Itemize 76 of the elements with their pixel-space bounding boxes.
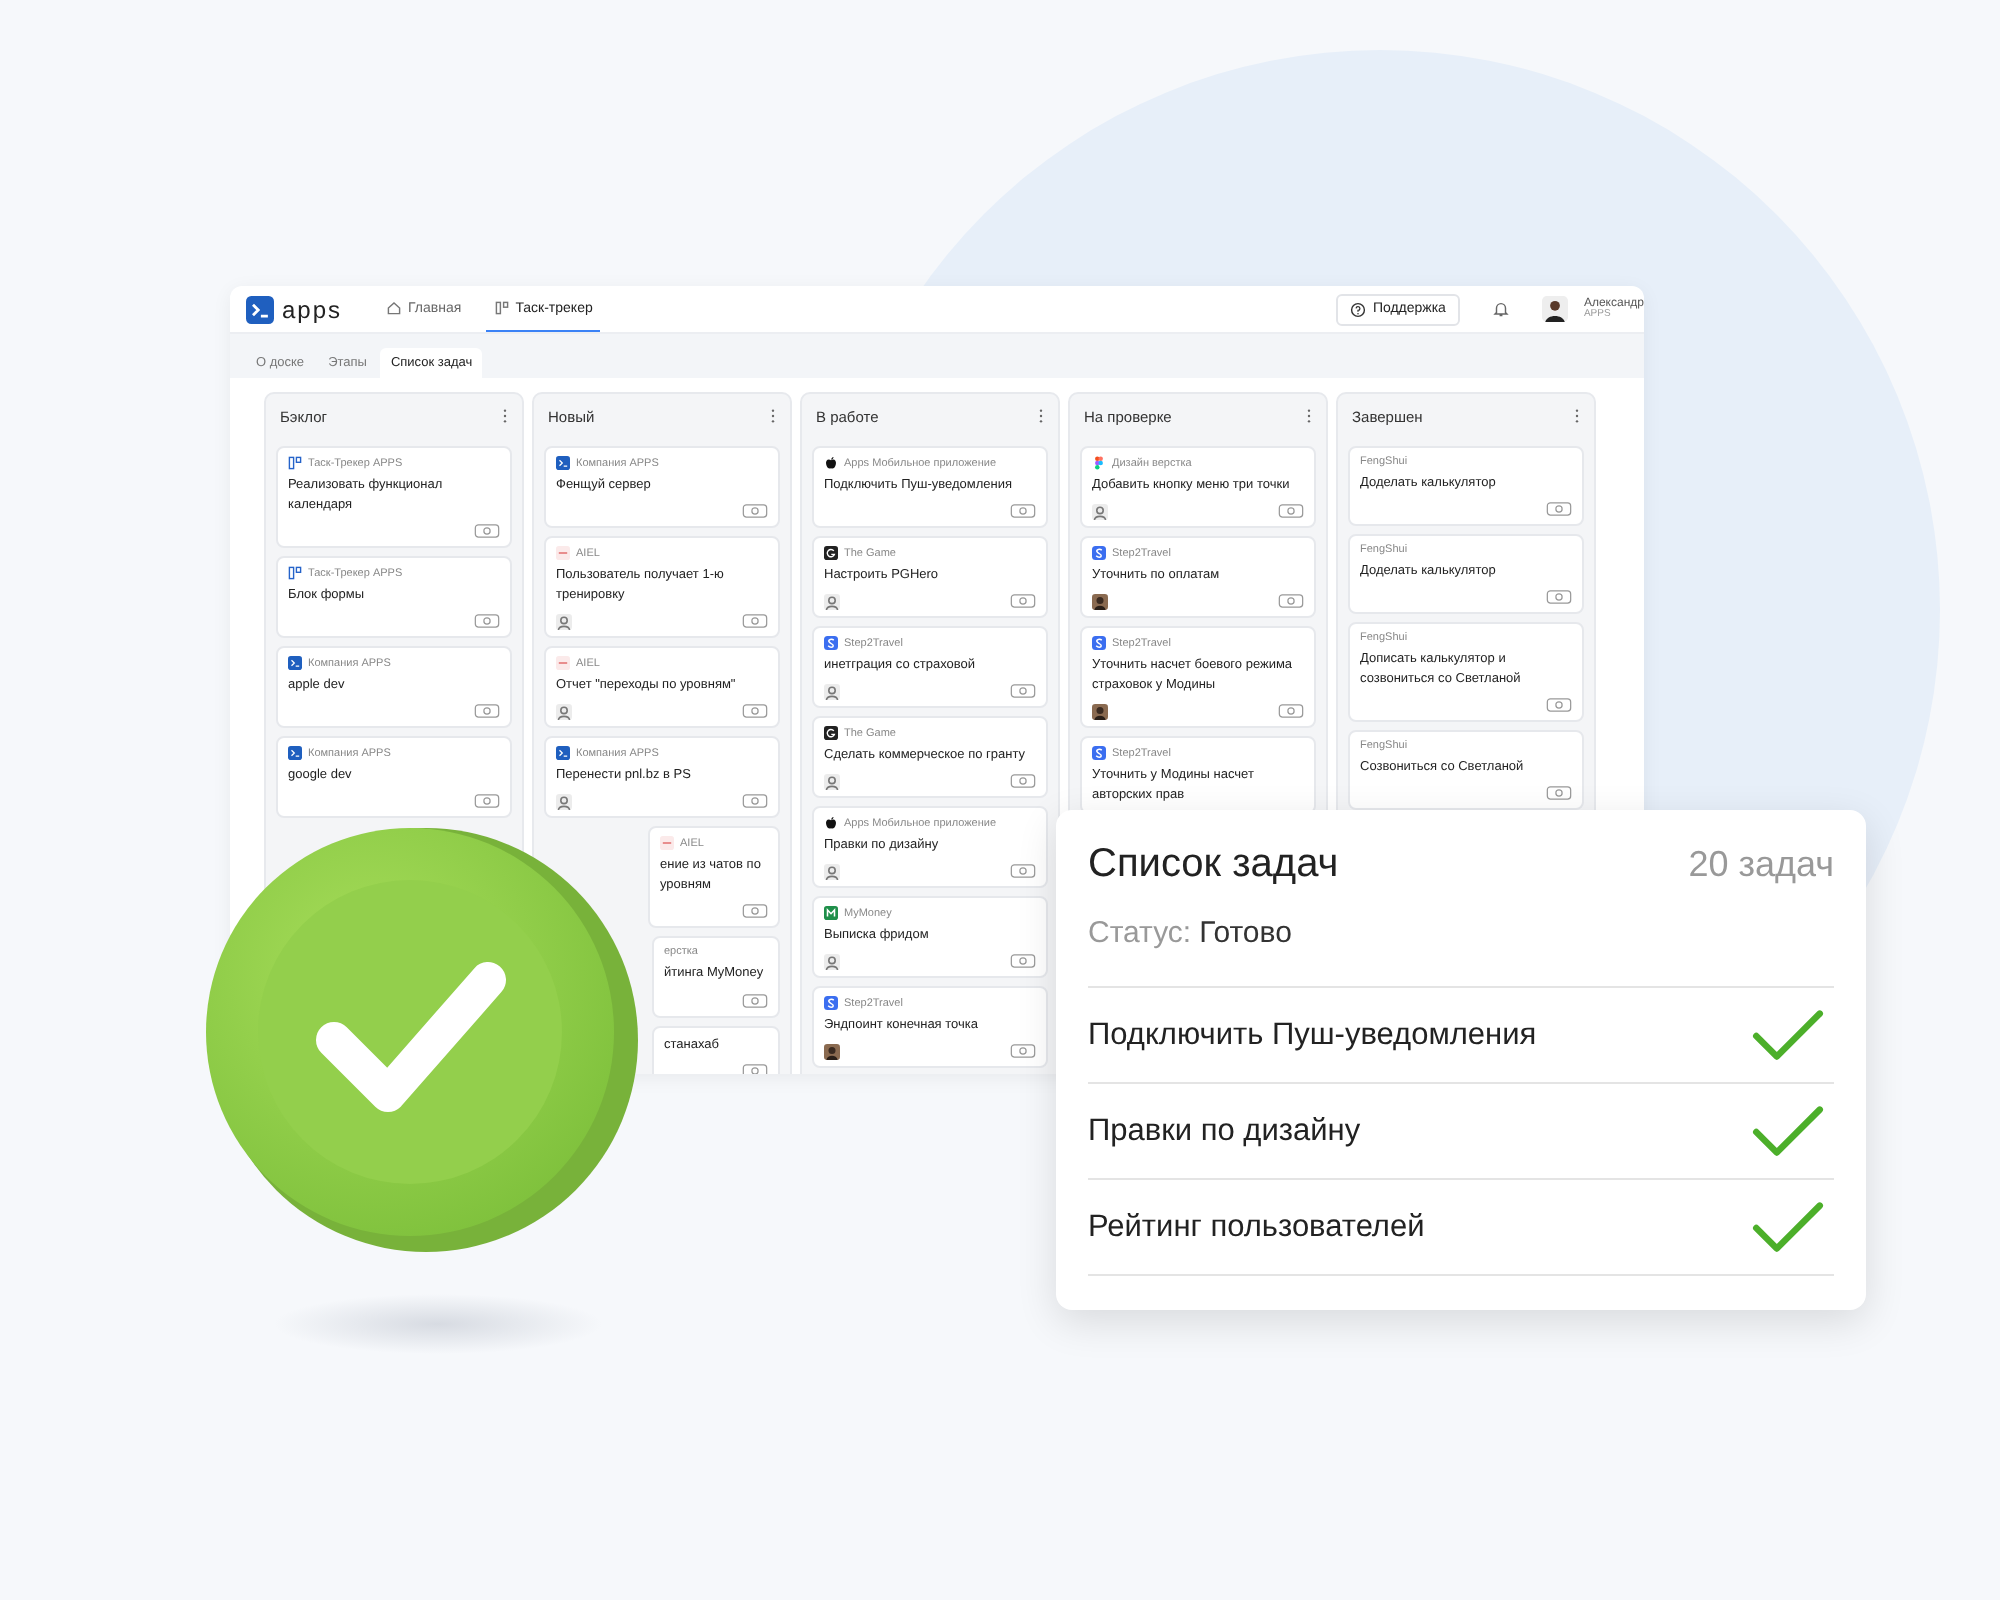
user-silhouette-icon [824,773,840,790]
step-logo-icon [1092,746,1106,761]
assignee-avatar [1092,593,1108,610]
step-logo-icon [1092,636,1106,651]
task-name: Правки по дизайну [1088,1113,1361,1149]
eye-icon[interactable] [1010,954,1036,969]
eye-icon[interactable] [474,704,500,719]
assignee-avatar [824,1043,840,1060]
user-silhouette-icon [824,953,840,970]
game-logo-icon [824,546,838,561]
status-label: Статус: [1088,916,1192,950]
assignee-avatar [1092,703,1108,720]
user-silhouette-icon [556,703,572,720]
eye-icon[interactable] [742,1063,768,1074]
eye-icon[interactable] [1010,774,1036,789]
mymoney-logo-icon [824,906,838,921]
more-options-icon[interactable] [502,408,508,424]
eye-icon[interactable] [1010,864,1036,879]
summary-title: Список задач [1088,842,1339,888]
eye-icon[interactable] [474,614,500,629]
more-options-icon[interactable] [1574,408,1580,424]
user-silhouette-icon [1092,503,1108,520]
eye-icon[interactable] [1546,502,1572,517]
aiel-logo-icon [660,836,674,851]
home-icon [386,300,403,316]
user-avatar[interactable] [1541,296,1568,322]
eye-icon[interactable] [1278,704,1304,719]
eye-icon[interactable] [1546,590,1572,605]
aiel-logo-icon [556,546,570,561]
eye-icon[interactable] [742,904,768,919]
aiel-logo-icon [556,656,570,671]
task-name: Подключить Пуш-уведомления [1088,1017,1537,1053]
user-silhouette-icon [556,613,572,630]
terminal-icon [556,746,570,761]
eye-icon[interactable] [742,704,768,719]
step-logo-icon [824,636,838,651]
logo-icon [246,295,274,323]
user-silhouette-icon [824,593,840,610]
user-silhouette-icon [824,863,840,880]
figma-icon [1092,456,1106,470]
eye-icon[interactable] [474,524,500,539]
step-logo-icon [824,996,838,1011]
game-logo-icon [824,726,838,741]
eye-icon[interactable] [1010,594,1036,609]
notification-bell-icon[interactable] [1491,300,1510,318]
logo-text: apps [282,295,343,323]
eye-icon[interactable] [742,794,768,809]
eye-icon[interactable] [742,993,768,1007]
more-options-icon[interactable] [1306,408,1312,424]
user-silhouette-icon [556,793,572,810]
apple-icon [824,456,838,470]
task-count: 20 задач [1688,844,1834,886]
user-silhouette-icon [824,683,840,700]
eye-icon[interactable] [1278,594,1304,609]
eye-icon[interactable] [742,614,768,629]
eye-icon[interactable] [1010,684,1036,699]
board-icon [288,566,302,581]
eye-icon[interactable] [1010,504,1036,519]
apple-icon [824,816,838,831]
help-icon [1350,301,1367,317]
eye-icon[interactable] [742,504,768,519]
eye-icon[interactable] [1278,504,1304,519]
eye-icon[interactable] [474,794,500,809]
terminal-icon [288,746,302,761]
eye-icon[interactable] [1546,786,1572,801]
terminal-icon [556,456,570,470]
more-options-icon[interactable] [770,408,776,424]
task-name: Рейтинг пользователей [1088,1209,1425,1245]
eye-icon[interactable] [1546,698,1572,713]
step-logo-icon [1092,546,1106,561]
board-icon [288,456,302,470]
status-value: Готово [1199,916,1292,950]
eye-icon[interactable] [1010,1044,1036,1059]
board-icon [493,300,510,316]
terminal-icon [288,656,302,671]
more-options-icon[interactable] [1038,408,1044,424]
